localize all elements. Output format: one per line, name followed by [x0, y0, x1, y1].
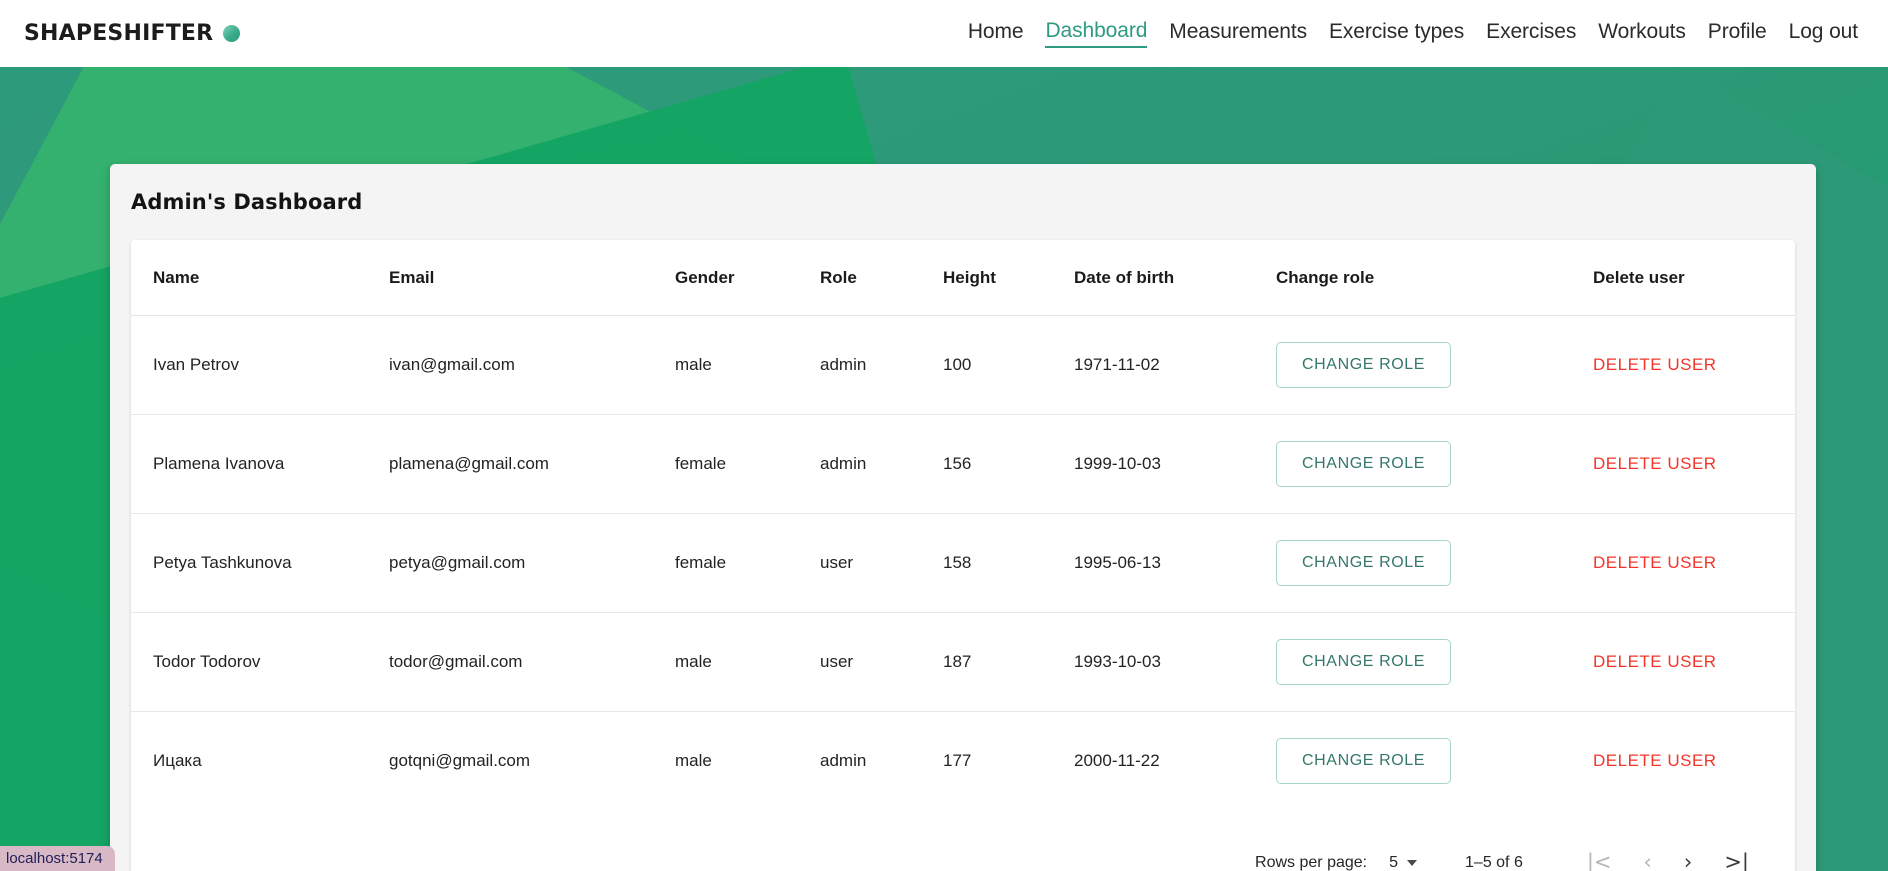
users-table-head: Name Email Gender Role Height Date of bi… [131, 240, 1795, 316]
table-row: Plamena Ivanova plamena@gmail.com female… [131, 414, 1795, 514]
pagination-range-label: 1–5 of 6 [1465, 853, 1523, 871]
top-navbar: SHAPESHIFTER Home Dashboard Measurements… [0, 0, 1888, 67]
cell-date-of-birth: 2000-11-22 [1074, 751, 1160, 770]
rows-per-page-label: Rows per page: [1255, 853, 1368, 871]
cell-email: todor@gmail.com [389, 612, 675, 712]
brand-logo[interactable]: SHAPESHIFTER [24, 21, 241, 46]
nav-link-exercise-types[interactable]: Exercise types [1329, 20, 1464, 47]
cell-gender: female [675, 513, 820, 613]
table-row: Todor Todorov todor@gmail.com male user … [131, 612, 1795, 712]
change-role-button[interactable]: CHANGE ROLE [1276, 342, 1452, 388]
cell-height: 187 [943, 612, 1074, 712]
nav-link-home[interactable]: Home [968, 20, 1024, 47]
cell-delete-user: DELETE USER [1555, 414, 1795, 514]
cell-role: admin [820, 414, 943, 514]
nav-link-dashboard[interactable]: Dashboard [1045, 19, 1147, 48]
cell-gender: male [675, 315, 820, 415]
brand-name: SHAPESHIFTER [24, 21, 214, 46]
table-row: Ицака gotqni@gmail.com male admin 177 20… [131, 712, 1795, 811]
cell-date-of-birth: 1993-10-03 [1074, 612, 1276, 712]
last-page-button[interactable]: >| [1708, 848, 1765, 871]
cell-role: user [820, 513, 943, 613]
rows-per-page-select[interactable]: 5 [1389, 853, 1418, 871]
change-role-button[interactable]: CHANGE ROLE [1276, 441, 1452, 487]
cell-height: 156 [943, 414, 1074, 514]
cell-delete-user: DELETE USER [1555, 712, 1795, 811]
cell-gender: female [675, 414, 820, 514]
cell-delete-user: DELETE USER [1555, 315, 1795, 415]
users-table: Name Email Gender Role Height Date of bi… [131, 240, 1795, 810]
rows-per-page-value: 5 [1389, 853, 1399, 871]
next-page-button[interactable]: › [1668, 848, 1708, 871]
column-header-height: Height [943, 240, 1074, 316]
change-role-button[interactable]: CHANGE ROLE [1276, 639, 1452, 685]
cell-name: Petya Tashkunova [131, 513, 389, 613]
main-navigation: Home Dashboard Measurements Exercise typ… [968, 19, 1862, 48]
column-header-name: Name [131, 240, 389, 316]
chevron-down-icon [1407, 859, 1418, 866]
cell-height: 158 [943, 513, 1074, 613]
column-header-email: Email [389, 240, 675, 316]
table-header-row: Name Email Gender Role Height Date of bi… [131, 240, 1795, 316]
delete-user-button[interactable]: DELETE USER [1593, 553, 1717, 573]
cell-email: petya@gmail.com [389, 513, 675, 613]
users-table-body: Ivan Petrov ivan@gmail.com male admin 10… [131, 315, 1795, 811]
column-header-role: Role [820, 240, 943, 316]
page-title: Admin's Dashboard [131, 190, 363, 214]
cell-name: Plamena Ivanova [131, 414, 389, 514]
cell-role: admin [820, 751, 867, 770]
cell-email: ivan@gmail.com [389, 315, 675, 415]
cell-height: 100 [943, 315, 1074, 415]
cell-name: Ivan Petrov [131, 315, 389, 415]
cell-email: gotqni@gmail.com [389, 751, 531, 770]
cell-role: admin [820, 315, 943, 415]
delete-user-button[interactable]: DELETE USER [1593, 454, 1717, 474]
change-role-button[interactable]: CHANGE ROLE [1276, 540, 1452, 586]
cell-email: plamena@gmail.com [389, 414, 675, 514]
table-pagination: Rows per page: 5 1–5 of 6 |< ‹ › >| [131, 810, 1795, 871]
first-page-button[interactable]: |< [1571, 848, 1628, 871]
cell-date-of-birth: 1971-11-02 [1074, 315, 1276, 415]
nav-link-exercises[interactable]: Exercises [1486, 20, 1576, 47]
delete-user-button[interactable]: DELETE USER [1593, 652, 1717, 672]
dashboard-card: Admin's Dashboard Name Email Gender Role… [110, 164, 1816, 871]
cell-date-of-birth: 1999-10-03 [1074, 414, 1276, 514]
cell-height: 177 [943, 751, 972, 770]
nav-link-profile[interactable]: Profile [1708, 20, 1767, 47]
cell-change-role: CHANGE ROLE [1276, 712, 1555, 811]
cell-role: user [820, 612, 943, 712]
nav-link-measurements[interactable]: Measurements [1169, 20, 1307, 47]
cell-gender: male [675, 751, 712, 770]
users-table-container: Name Email Gender Role Height Date of bi… [131, 240, 1795, 871]
table-row: Petya Tashkunova petya@gmail.com female … [131, 513, 1795, 613]
delete-user-button[interactable]: DELETE USER [1593, 751, 1717, 771]
delete-user-button[interactable]: DELETE USER [1593, 355, 1717, 375]
cell-name: Ицака [153, 751, 202, 770]
change-role-button[interactable]: CHANGE ROLE [1276, 738, 1452, 784]
nav-link-workouts[interactable]: Workouts [1598, 20, 1686, 47]
cell-change-role: CHANGE ROLE [1276, 315, 1555, 415]
cell-change-role: CHANGE ROLE [1276, 513, 1555, 613]
previous-page-button[interactable]: ‹ [1628, 848, 1668, 871]
column-header-gender: Gender [675, 240, 820, 316]
nav-link-log-out[interactable]: Log out [1789, 20, 1858, 47]
column-header-delete-user: Delete user [1555, 240, 1795, 316]
cell-change-role: CHANGE ROLE [1276, 414, 1555, 514]
column-header-date-of-birth: Date of birth [1074, 240, 1276, 316]
cell-name: Todor Todorov [131, 612, 389, 712]
table-row: Ivan Petrov ivan@gmail.com male admin 10… [131, 315, 1795, 415]
cell-delete-user: DELETE USER [1555, 513, 1795, 613]
cell-delete-user: DELETE USER [1555, 612, 1795, 712]
status-url-tooltip: localhost:5174 [0, 846, 115, 871]
circle-logo-icon [223, 25, 241, 42]
cell-change-role: CHANGE ROLE [1276, 612, 1555, 712]
column-header-change-role: Change role [1276, 240, 1555, 316]
cell-gender: male [675, 612, 820, 712]
cell-date-of-birth: 1995-06-13 [1074, 513, 1276, 613]
